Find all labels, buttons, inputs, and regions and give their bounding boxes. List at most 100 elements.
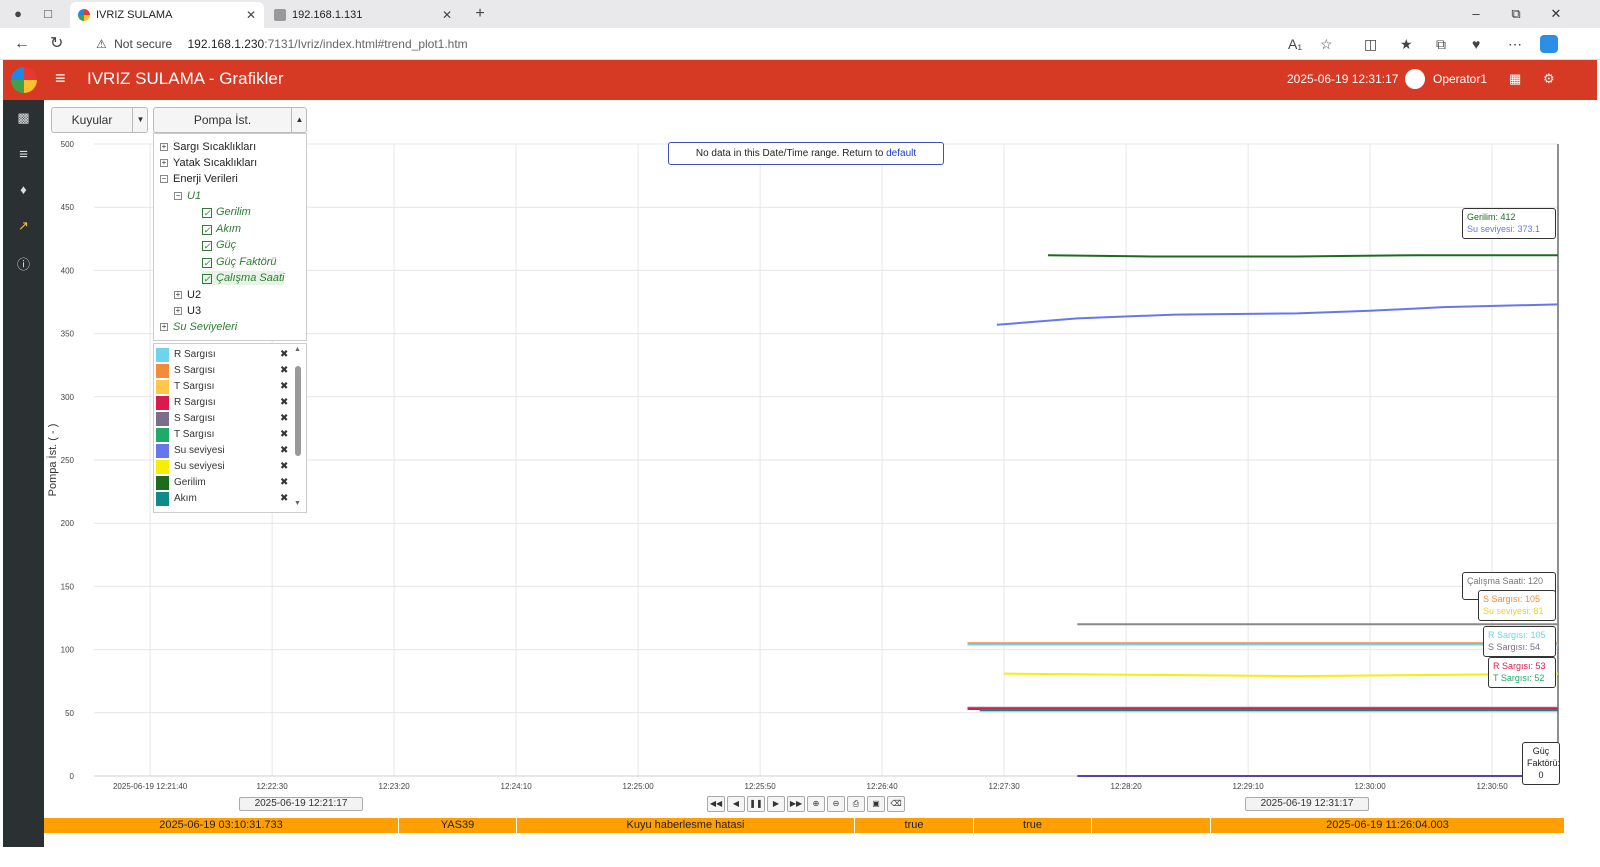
save-icon[interactable]: ▣ bbox=[867, 796, 885, 812]
expand-icon[interactable]: + bbox=[160, 323, 168, 331]
collapse-icon[interactable]: − bbox=[160, 175, 168, 183]
checkbox-checked-icon[interactable]: ✓ bbox=[202, 241, 212, 251]
browser-essentials-icon[interactable]: ♥ bbox=[1472, 36, 1480, 52]
close-window-icon[interactable]: ✕ bbox=[1536, 0, 1576, 28]
alarm-bar[interactable]: 2025-06-19 03:10:31.733 YAS39 Kuyu haber… bbox=[44, 818, 1564, 833]
new-tab-icon[interactable]: + bbox=[472, 6, 488, 22]
browser-tab-strip: ● □ IVRIZ SULAMA ✕ 192.168.1.131 ✕ + – ⧉… bbox=[0, 0, 1600, 28]
y-tick-label: 400 bbox=[61, 266, 75, 275]
forward-fast-icon[interactable]: ▶▶ bbox=[787, 796, 805, 812]
tree-node[interactable]: + Su Seviyeleri bbox=[160, 320, 237, 334]
app-header: ≡ IVRIZ SULAMA - Grafikler 2025-06-19 12… bbox=[3, 60, 1597, 100]
profile-icon[interactable]: ● bbox=[10, 6, 26, 22]
expand-icon[interactable]: + bbox=[174, 307, 182, 315]
close-tab-icon[interactable]: ✕ bbox=[246, 2, 256, 28]
range-end-field[interactable]: 2025-06-19 12:31:17 bbox=[1245, 797, 1369, 811]
tree-node[interactable]: + Yatak Sıcaklıkları bbox=[160, 156, 257, 170]
zoom-in-icon[interactable]: ⊕ bbox=[807, 796, 825, 812]
legend-swatch bbox=[156, 348, 169, 362]
collections-icon[interactable]: ⧉ bbox=[1436, 36, 1446, 52]
favorite-star-icon[interactable]: ☆ bbox=[1320, 36, 1333, 52]
back-icon[interactable]: ← bbox=[14, 35, 30, 53]
list-icon[interactable]: ≡ bbox=[3, 146, 44, 163]
rewind-fast-icon[interactable]: ◀◀ bbox=[707, 796, 725, 812]
alarm-tag: YAS39 bbox=[399, 818, 517, 833]
minimize-icon[interactable]: – bbox=[1456, 0, 1496, 28]
remove-series-icon[interactable]: ✖ bbox=[280, 363, 288, 379]
tree-node[interactable]: − U1 bbox=[174, 189, 201, 203]
hamburger-menu-icon[interactable]: ≡ bbox=[55, 68, 66, 89]
remove-series-icon[interactable]: ✖ bbox=[280, 443, 288, 459]
info-icon[interactable]: ⓘ bbox=[3, 254, 44, 273]
checkbox-checked-icon[interactable]: ✓ bbox=[202, 208, 212, 218]
tab-192-168-1-131[interactable]: 192.168.1.131 ✕ bbox=[266, 2, 460, 28]
refresh-icon[interactable]: ↻ bbox=[50, 35, 63, 53]
x-tick-label: 12:25:50 bbox=[745, 782, 777, 791]
collapse-icon[interactable]: − bbox=[174, 192, 182, 200]
eraser-icon[interactable]: ⌫ bbox=[887, 796, 905, 812]
print-icon[interactable]: ⎙ bbox=[847, 796, 865, 812]
expand-icon[interactable]: + bbox=[160, 159, 168, 167]
favorites-icon[interactable]: ★ bbox=[1400, 36, 1413, 52]
restore-icon[interactable]: ⧉ bbox=[1496, 0, 1536, 28]
checkbox-checked-icon[interactable]: ✓ bbox=[202, 258, 212, 268]
remove-series-icon[interactable]: ✖ bbox=[280, 379, 288, 395]
close-tab-icon[interactable]: ✕ bbox=[442, 2, 452, 28]
remove-series-icon[interactable]: ✖ bbox=[280, 459, 288, 475]
bell-icon[interactable]: ♦ bbox=[3, 182, 44, 197]
tab-actions-icon[interactable]: □ bbox=[40, 6, 56, 22]
remove-series-icon[interactable]: ✖ bbox=[280, 475, 288, 491]
scroll-thumb[interactable] bbox=[295, 366, 301, 456]
y-tick-label: 450 bbox=[61, 203, 75, 212]
pause-icon[interactable]: ❚❚ bbox=[747, 796, 765, 812]
chevron-down-icon[interactable]: ▼ bbox=[132, 108, 148, 132]
tree-leaf[interactable]: ✓ Gerilim bbox=[202, 205, 251, 219]
group-dropdown[interactable]: Kuyular ▼ bbox=[51, 107, 148, 133]
series-line bbox=[996, 303, 1559, 326]
copilot-icon[interactable] bbox=[1540, 35, 1558, 53]
step-forward-icon[interactable]: ▶ bbox=[767, 796, 785, 812]
bar-chart-icon[interactable]: ▩ bbox=[3, 110, 44, 126]
tree-leaf[interactable]: ✓ Güç bbox=[202, 238, 236, 252]
remove-series-icon[interactable]: ✖ bbox=[280, 395, 288, 411]
more-options-icon[interactable]: ⋯ bbox=[1508, 36, 1522, 52]
url-host: 192.168.1.230 bbox=[187, 37, 265, 51]
x-tick-label: 12:27:30 bbox=[989, 782, 1021, 791]
tree-leaf[interactable]: ✓ Güç Faktörü bbox=[202, 255, 277, 269]
remove-series-icon[interactable]: ✖ bbox=[280, 427, 288, 443]
settings-gear-icon[interactable]: ⚙ bbox=[1543, 71, 1555, 87]
tree-node[interactable]: − Enerji Verileri bbox=[160, 172, 238, 186]
legend-item: R Sargısı ✖ bbox=[156, 347, 292, 363]
remove-series-icon[interactable]: ✖ bbox=[280, 491, 288, 507]
tree-leaf[interactable]: ✓ Akım bbox=[202, 222, 241, 236]
chevron-up-icon[interactable]: ▲ bbox=[291, 108, 307, 132]
tree-leaf[interactable]: ✓ Çalışma Saati bbox=[202, 271, 285, 285]
user-avatar-icon[interactable] bbox=[1405, 69, 1425, 89]
x-tick-label: 12:26:40 bbox=[867, 782, 899, 791]
user-name[interactable]: Operator1 bbox=[1433, 72, 1487, 86]
tree-node[interactable]: + Sargı Sıcaklıkları bbox=[160, 140, 256, 154]
checkbox-checked-icon[interactable]: ✓ bbox=[202, 225, 212, 235]
default-range-link[interactable]: default bbox=[886, 148, 916, 159]
line-chart-icon[interactable]: ↗ bbox=[3, 218, 44, 234]
legend-scrollbar[interactable]: ▲ ▼ bbox=[294, 346, 301, 507]
split-screen-icon[interactable]: ◫ bbox=[1364, 36, 1377, 52]
range-start-field[interactable]: 2025-06-19 12:21:17 bbox=[239, 797, 363, 811]
expand-icon[interactable]: + bbox=[174, 291, 182, 299]
checkbox-checked-icon[interactable]: ✓ bbox=[202, 274, 212, 284]
zoom-out-icon[interactable]: ⊖ bbox=[827, 796, 845, 812]
grid-icon[interactable]: ▦ bbox=[1509, 71, 1521, 87]
tree-node[interactable]: + U3 bbox=[174, 304, 201, 318]
step-back-icon[interactable]: ◀ bbox=[727, 796, 745, 812]
scroll-down-icon[interactable]: ▼ bbox=[294, 500, 301, 507]
tree-node[interactable]: + U2 bbox=[174, 288, 201, 302]
item-dropdown[interactable]: Pompa İst. ▲ bbox=[153, 107, 307, 133]
tab-ivriz-sulama[interactable]: IVRIZ SULAMA ✕ bbox=[70, 2, 264, 28]
expand-icon[interactable]: + bbox=[160, 143, 168, 151]
legend-item: Su seviyesi ✖ bbox=[156, 443, 292, 459]
url-field[interactable]: ⚠ Not secure 192.168.1.230:7131/Ivriz/in… bbox=[96, 34, 468, 54]
remove-series-icon[interactable]: ✖ bbox=[280, 347, 288, 363]
scroll-up-icon[interactable]: ▲ bbox=[294, 346, 301, 353]
remove-series-icon[interactable]: ✖ bbox=[280, 411, 288, 427]
read-aloud-icon[interactable]: A₁ bbox=[1288, 36, 1302, 52]
